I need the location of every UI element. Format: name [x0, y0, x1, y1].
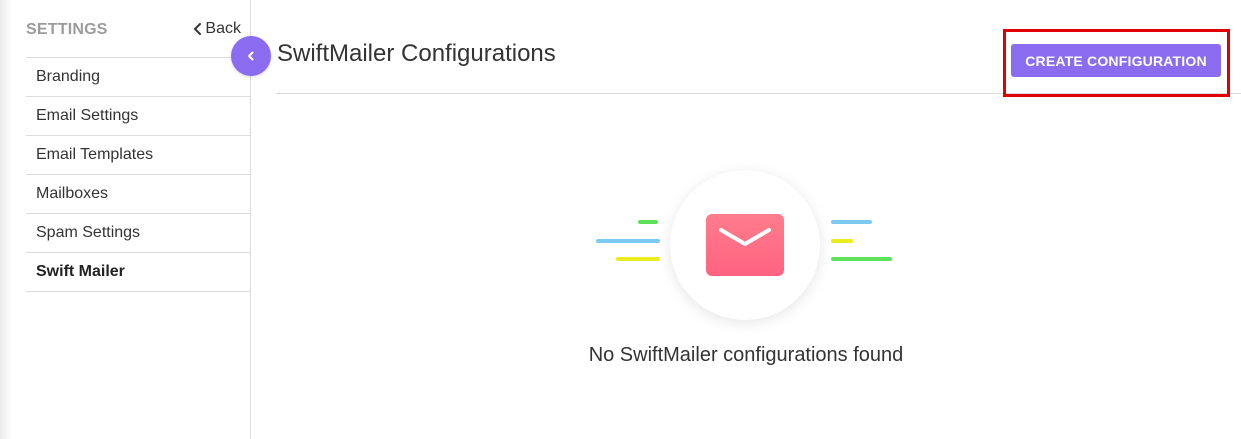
decor-line — [616, 257, 660, 261]
decor-line — [831, 220, 872, 224]
app-window: SETTINGS Back Branding Email Settings Em… — [0, 0, 1241, 439]
empty-state-message: No SwiftMailer configurations found — [588, 344, 904, 366]
sidebar-item-swift-mailer[interactable]: Swift Mailer — [26, 253, 251, 292]
sidebar-item-email-settings[interactable]: Email Settings — [26, 97, 251, 136]
sidebar-item-label: Branding — [36, 68, 101, 85]
sidebar-item-label: Spam Settings — [36, 224, 141, 241]
sidebar-item-mailboxes[interactable]: Mailboxes — [26, 175, 251, 214]
chevron-left-icon — [194, 23, 202, 35]
envelope-circle — [670, 170, 820, 320]
page-title: SwiftMailer Configurations — [277, 40, 556, 67]
back-link[interactable]: Back — [193, 20, 241, 38]
sidebar-item-label: Email Templates — [36, 146, 154, 163]
decor-line — [831, 239, 853, 243]
sidebar-header: SETTINGS Back — [26, 0, 251, 58]
collapse-sidebar-button[interactable] — [231, 36, 271, 76]
sidebar-title: SETTINGS — [26, 21, 108, 38]
sidebar-item-label: Mailboxes — [36, 185, 109, 202]
sidebar-item-email-templates[interactable]: Email Templates — [26, 136, 251, 175]
sidebar-item-branding[interactable]: Branding — [26, 58, 251, 97]
decor-line — [596, 239, 660, 243]
create-configuration-button[interactable]: CREATE CONFIGURATION — [1011, 44, 1221, 77]
decor-line — [831, 257, 892, 261]
sidebar-item-label: Swift Mailer — [36, 263, 125, 280]
back-label: Back — [205, 20, 241, 37]
settings-menu: Branding Email Settings Email Templates … — [26, 58, 251, 292]
decor-line — [638, 220, 658, 224]
sidebar-item-spam-settings[interactable]: Spam Settings — [26, 214, 251, 253]
envelope-icon — [706, 214, 784, 276]
sidebar-item-label: Email Settings — [36, 107, 139, 124]
settings-sidebar: SETTINGS Back Branding Email Settings Em… — [0, 0, 251, 439]
empty-state-illustration — [590, 168, 900, 320]
chevron-left-icon — [248, 51, 254, 61]
